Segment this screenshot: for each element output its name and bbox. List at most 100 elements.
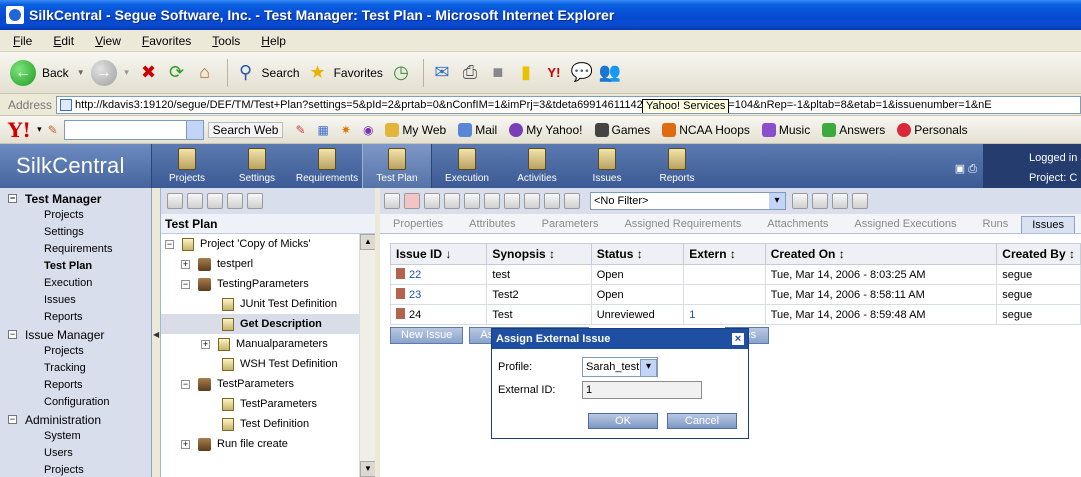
new-issue-button[interactable]: New Issue [390,327,464,344]
move-up-icon[interactable] [504,193,520,209]
yahoo-menu-arrow-icon[interactable]: ▾ [37,124,42,135]
nav-tab-projects[interactable]: Projects [152,144,222,188]
nav-tab-test-plan[interactable]: Test Plan [362,144,432,188]
tab-assigned-requirements[interactable]: Assigned Requirements [611,218,754,233]
nav-link-requirements[interactable]: Requirements [0,241,151,258]
nav-link-reports[interactable]: Reports [0,309,151,326]
tab-runs[interactable]: Runs [970,218,1022,233]
favorites-button[interactable]: ★ Favorites [306,61,382,85]
column-created-on[interactable]: Created On ↕ [764,243,998,265]
tab-properties[interactable]: Properties [380,218,456,233]
edit-filter-icon[interactable] [792,193,808,209]
refresh-icon[interactable]: ⟳ [165,61,189,85]
nav-link-issues[interactable]: Issues [0,292,151,309]
pencil-icon[interactable]: ✎ [48,123,58,137]
history-icon[interactable]: ◷ [389,61,413,85]
tree-toggle-icon[interactable] [187,193,203,209]
forward-dropdown-icon[interactable]: ▼ [123,68,131,77]
ncaa-hoops-link[interactable]: NCAA Hoops [662,122,750,137]
menu-tools[interactable]: Tools [199,34,248,48]
edit-icon[interactable]: ■ [486,61,510,85]
nav-link-im-reports[interactable]: Reports [0,377,151,394]
personals-link[interactable]: Personals [897,122,968,137]
headphones-icon[interactable]: ◉ [363,123,373,137]
tab-assigned-executions[interactable]: Assigned Executions [841,218,969,233]
tree-toggle[interactable]: + [181,439,190,449]
my-web-link[interactable]: My Web [385,122,446,137]
highlight-icon[interactable]: ✎ [295,123,305,137]
ok-button[interactable]: OK [588,413,658,429]
nav-link-projects[interactable]: Projects [0,207,151,224]
nav-tab-settings[interactable]: Settings [222,144,292,188]
back-button[interactable]: ← Back ▼ [10,59,85,86]
issue-id-cell[interactable]: 24 [389,304,488,325]
column-created-by[interactable]: Created By ↕ [996,243,1081,265]
column-synopsis[interactable]: Synopsis ↕ [486,243,592,265]
issue-id-cell[interactable]: 23 [389,284,488,305]
nav-tab-requirements[interactable]: Requirements [292,144,362,188]
tree-scrollbar[interactable]: ▲ ▼ [359,234,375,477]
nav-tab-execution[interactable]: Execution [432,144,502,188]
scroll-down-icon[interactable]: ▼ [360,461,375,477]
notes-icon[interactable]: ▮ [514,61,538,85]
header-print-icons[interactable]: ▣ ⎙ [955,162,977,176]
mail-icon[interactable]: ✉ [430,61,454,85]
search-button[interactable]: ⚲ Search [234,61,300,85]
tree-icon[interactable] [544,193,560,209]
menu-edit[interactable]: Edit [40,34,82,48]
external-id-input[interactable]: 1 [582,381,702,399]
nav-group-test-manager[interactable]: − Test Manager [0,190,151,207]
column-issue-id[interactable]: Issue ID ↓ [389,243,488,265]
nav-link-configuration[interactable]: Configuration [0,394,151,411]
tree-node-testingparameters[interactable]: − TestingParameters [181,274,309,294]
nav-link-admin-projects[interactable]: Projects [0,462,151,477]
cut-icon[interactable] [424,193,440,209]
bookmark-icon[interactable]: ▦ [318,123,329,137]
collapse-icon[interactable]: − [8,194,17,203]
yahoo-services-icon[interactable]: Y! [542,61,566,85]
address-input[interactable]: http://kdavis3:19120/segue/DEF/TM/Test+P… [56,95,1081,114]
extern-cell[interactable] [683,264,766,285]
tree-node-manualparameters[interactable]: + Manualparameters [201,334,328,354]
tab-parameters[interactable]: Parameters [529,218,612,233]
tab-issues[interactable]: Issues [1021,216,1076,233]
my-yahoo-link[interactable]: My Yahoo! [509,122,583,137]
nav-link-system[interactable]: System [0,428,151,445]
nav-tab-issues[interactable]: Issues [572,144,642,188]
nav-group-administration[interactable]: − Administration [0,411,151,428]
extern-cell[interactable]: 1 [683,304,766,325]
tree-node-project[interactable]: − Project 'Copy of Micks' [165,234,311,254]
issue-id-cell[interactable]: 22 [389,264,488,285]
menu-file[interactable]: File [0,34,40,48]
nav-link-im-projects[interactable]: Projects [0,343,151,360]
back-dropdown-icon[interactable]: ▼ [77,68,85,77]
tree-node-test-definition[interactable]: Test Definition [222,414,309,434]
tree-toggle[interactable]: + [201,339,210,349]
nav-link-test-plan[interactable]: Test Plan [0,258,151,275]
search-web-button[interactable]: Search Web [207,121,284,138]
collapse-icon[interactable]: − [8,330,17,339]
profile-select[interactable]: Sarah_test [582,357,658,377]
contacts-icon[interactable]: 👥 [598,61,622,85]
menu-help[interactable]: Help [248,34,294,48]
tree-node-wsh[interactable]: WSH Test Definition [222,354,338,374]
find-icon[interactable] [832,193,848,209]
collapse-icon[interactable]: − [8,415,17,424]
column-extern[interactable]: Extern ↕ [683,243,766,265]
filter-icon[interactable] [564,193,580,209]
new-folder-icon[interactable] [207,193,223,209]
print-icon[interactable]: ⎙ [458,61,482,85]
collapse-nav-icon[interactable]: ◀ [153,330,159,339]
extern-cell[interactable] [683,284,766,305]
tree-node-run-file-create[interactable]: + Run file create [181,434,288,454]
yahoo-logo-icon[interactable]: Y! [8,118,31,142]
answers-link[interactable]: Answers [822,122,885,137]
new-test-icon[interactable] [247,193,263,209]
refresh-icon[interactable] [484,193,500,209]
replace-icon[interactable] [852,193,868,209]
delete-icon[interactable] [404,193,420,209]
tree-node-junit[interactable]: JUnit Test Definition [222,294,337,314]
tree-toggle[interactable]: − [165,239,174,249]
mail-link[interactable]: Mail [458,122,497,137]
tree-view-icon[interactable] [167,193,183,209]
